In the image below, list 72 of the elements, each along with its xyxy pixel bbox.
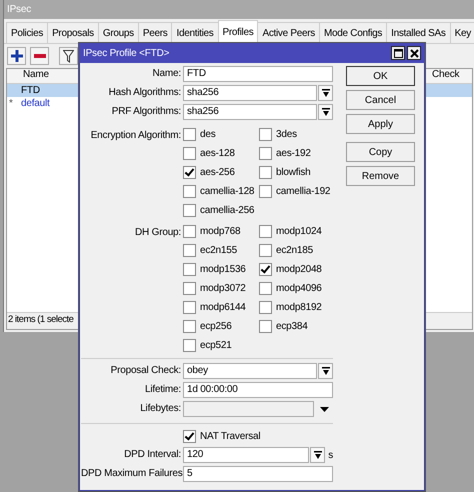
field-label: DH Group:: [134, 226, 182, 240]
field-label: PRF Algorithms:: [110, 105, 182, 119]
field-label: Hash Algorithms:: [108, 86, 182, 100]
dialog-button[interactable]: Cancel: [346, 90, 415, 110]
field-label: Encryption Algorithm:: [90, 129, 182, 143]
dropdown-button[interactable]: [318, 104, 333, 120]
dialog-button[interactable]: OK: [346, 66, 415, 86]
close-button[interactable]: [407, 46, 421, 60]
dialog-title: IPsec Profile <FTD>: [83, 48, 170, 58]
option-checkbox[interactable]: modp2048: [259, 263, 322, 276]
dialog-button[interactable]: Remove: [346, 166, 415, 186]
option-checkbox[interactable]: aes-128: [183, 147, 235, 160]
remove-button[interactable]: [30, 47, 49, 65]
down-arrow-icon: [322, 108, 330, 116]
combo-field[interactable]: [183, 401, 314, 417]
option-checkbox[interactable]: camellia-128: [183, 185, 254, 198]
option-checkbox[interactable]: modp1536: [183, 263, 246, 276]
option-checkbox[interactable]: camellia-192: [259, 185, 330, 198]
field-label: Name:: [152, 67, 182, 81]
row-marker: *: [9, 98, 13, 109]
unit-label: s: [328, 450, 333, 460]
down-triangle-icon[interactable]: [320, 406, 329, 412]
nat-traversal-checkbox[interactable]: NAT Traversal: [183, 430, 260, 442]
maximize-icon: [394, 48, 402, 58]
field-label: DPD Interval:: [123, 448, 182, 462]
close-icon: [410, 48, 418, 58]
dropdown-field[interactable]: obey: [183, 363, 317, 379]
table-cell: default: [21, 97, 50, 110]
tab[interactable]: Profiles: [218, 20, 258, 43]
filter-button[interactable]: [59, 47, 78, 65]
window-title: IPsec: [4, 0, 474, 19]
option-checkbox[interactable]: ecp521: [183, 339, 232, 352]
dropdown-field[interactable]: sha256: [183, 104, 317, 120]
dropdown-field[interactable]: sha256: [183, 85, 317, 101]
field-label: Lifebytes:: [139, 402, 182, 416]
filter-icon: [63, 50, 74, 62]
maximize-button[interactable]: [391, 46, 405, 60]
dropdown-field[interactable]: 120: [183, 447, 310, 463]
option-checkbox[interactable]: 3des: [259, 128, 297, 141]
option-checkbox[interactable]: ec2n185: [259, 244, 313, 257]
option-checkbox[interactable]: camellia-256: [183, 204, 254, 217]
option-checkbox[interactable]: modp768: [183, 225, 240, 238]
option-checkbox[interactable]: modp4096: [259, 282, 322, 295]
dropdown-button[interactable]: [318, 363, 333, 379]
dropdown-button[interactable]: [318, 85, 333, 101]
tab[interactable]: Policies: [6, 22, 48, 43]
down-arrow-icon: [314, 450, 322, 460]
option-checkbox[interactable]: modp3072: [183, 282, 246, 295]
dialog-button[interactable]: Copy: [346, 142, 415, 162]
dropdown-button[interactable]: [310, 447, 326, 463]
option-checkbox[interactable]: modp6144: [183, 301, 246, 314]
option-checkbox[interactable]: des: [183, 128, 216, 141]
field-label: DPD Maximum Failures:: [81, 467, 183, 481]
minus-icon: [34, 54, 46, 58]
table-cell: FTD: [21, 84, 40, 97]
dialog-button[interactable]: Apply: [346, 114, 415, 134]
text-field[interactable]: 5: [183, 466, 333, 482]
text-field[interactable]: FTD: [183, 66, 333, 82]
option-checkbox[interactable]: modp8192: [259, 301, 322, 314]
option-checkbox[interactable]: modp1024: [259, 225, 322, 238]
field-label: Proposal Check:: [110, 364, 182, 378]
field-label: Lifetime:: [144, 383, 182, 397]
option-checkbox[interactable]: ec2n155: [183, 244, 237, 257]
add-button[interactable]: [7, 47, 26, 65]
option-checkbox[interactable]: blowfish: [259, 166, 311, 179]
down-arrow-icon: [322, 366, 330, 376]
plus-icon: [10, 50, 22, 62]
column-header[interactable]: Check: [432, 69, 472, 83]
option-checkbox[interactable]: aes-192: [259, 147, 311, 160]
option-checkbox[interactable]: aes-256: [183, 166, 235, 179]
down-arrow-icon: [322, 88, 330, 98]
text-field[interactable]: 1d 00:00:00: [183, 382, 333, 398]
